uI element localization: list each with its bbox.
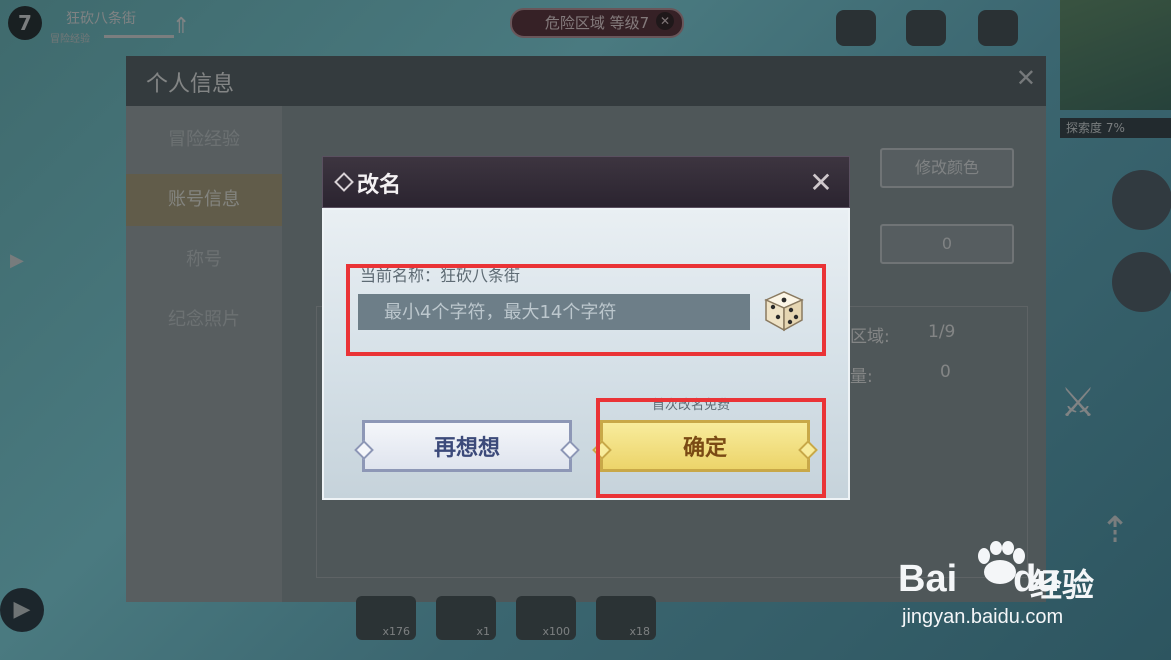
baidu-jingyan-watermark: Bai du 经验 jingyan.baidu.com: [898, 540, 1158, 640]
attack-icon[interactable]: ⚔: [1060, 380, 1096, 426]
item-slot[interactable]: x100: [516, 596, 576, 640]
explore-progress: 探索度 7%: [1060, 118, 1171, 138]
exp-bar: [104, 35, 174, 38]
rank-up-icon[interactable]: ⇑: [172, 14, 190, 39]
likes-value: 0: [880, 224, 1014, 264]
minimap[interactable]: [1060, 0, 1171, 110]
panel-title: 个人信息: [146, 72, 235, 97]
watermark-url: jingyan.baidu.com: [902, 606, 1064, 628]
paw-icon: [978, 541, 1025, 584]
diamond-icon: [334, 172, 354, 192]
highlight-confirm-box: [596, 398, 826, 498]
highlight-input-box: [346, 264, 826, 356]
item-slot[interactable]: x18: [596, 596, 656, 640]
player-name: 狂砍八条街: [66, 11, 136, 27]
panel-header: 个人信息 ✕: [126, 56, 1046, 106]
player-level-badge[interactable]: 7: [8, 6, 42, 40]
tab-account-info[interactable]: 账号信息: [126, 174, 282, 226]
top-hud: 7 狂砍八条街 冒险经验 ⇑ 危险区域 等级7 ✕: [0, 0, 1171, 50]
watermark-cn: 经验: [1030, 566, 1095, 604]
expand-left-icon[interactable]: ▶: [10, 250, 24, 271]
item-count: x176: [382, 625, 410, 638]
party-avatar[interactable]: [1112, 170, 1171, 230]
change-color-button[interactable]: 修改颜色: [880, 148, 1014, 188]
zone-label: 危险区域 等级7: [544, 14, 650, 32]
guild-icon[interactable]: [906, 10, 946, 46]
panel-tabs: 冒险经验 账号信息 称号 纪念照片: [126, 106, 282, 602]
dialog-title: 改名: [357, 173, 402, 198]
dialog-header: 改名 ✕: [322, 156, 850, 208]
panel-close-icon[interactable]: ✕: [1016, 64, 1036, 92]
tab-adventure-exp[interactable]: 冒险经验: [126, 114, 282, 166]
item-count: x100: [542, 625, 570, 638]
item-slot[interactable]: x1: [436, 596, 496, 640]
helmet-icon[interactable]: [836, 10, 876, 46]
item-bar: x176 x1 x100 x18: [280, 596, 840, 644]
item-slot[interactable]: x176: [356, 596, 416, 640]
cancel-label: 再想想: [433, 436, 500, 461]
tab-photos[interactable]: 纪念照片: [126, 294, 282, 346]
item-count: x18: [629, 625, 650, 638]
close-icon[interactable]: ✕: [803, 165, 839, 201]
item-count: x1: [476, 625, 490, 638]
play-icon[interactable]: ▶: [0, 588, 44, 632]
cancel-button[interactable]: 再想想: [354, 420, 580, 472]
zone-close-icon[interactable]: ✕: [656, 12, 674, 30]
party-avatar[interactable]: [1112, 252, 1171, 312]
menu-icon[interactable]: [978, 10, 1018, 46]
tab-title[interactable]: 称号: [126, 234, 282, 286]
